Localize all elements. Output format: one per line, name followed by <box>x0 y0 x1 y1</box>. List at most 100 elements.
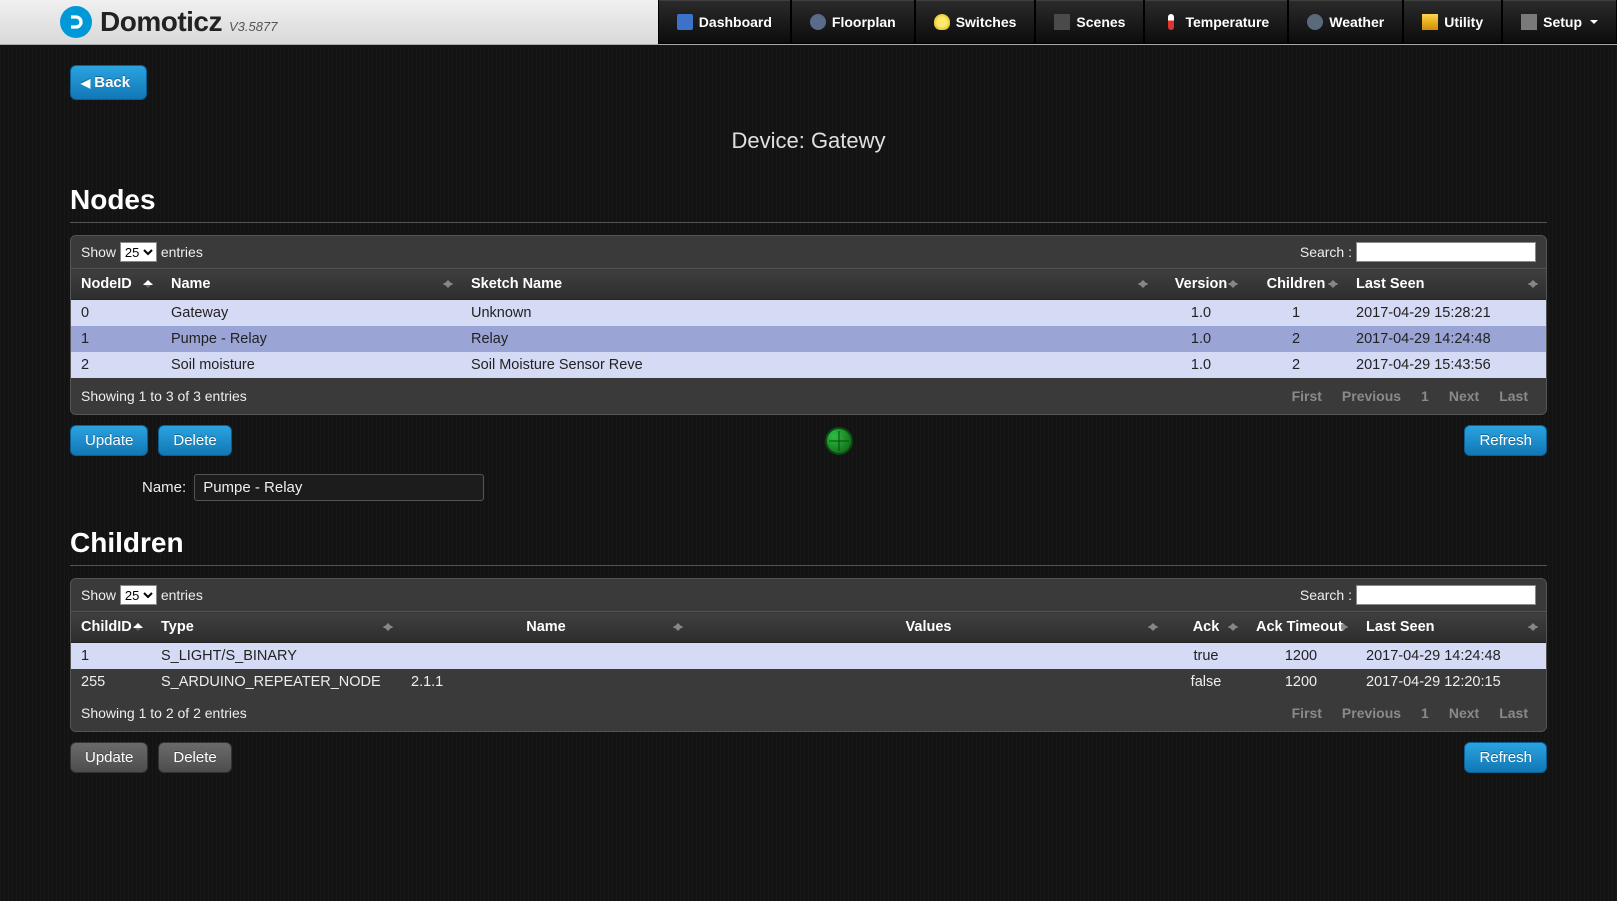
back-label: Back <box>94 74 130 91</box>
pager-next[interactable]: Next <box>1441 384 1487 408</box>
col-childid[interactable]: ChildID <box>71 612 151 643</box>
show-label: Show <box>81 587 116 603</box>
nav-label: Temperature <box>1185 14 1269 30</box>
nav-label: Switches <box>956 14 1017 30</box>
pager-prev[interactable]: Previous <box>1334 701 1409 725</box>
children-refresh-button[interactable]: Refresh <box>1464 742 1547 773</box>
sort-icon <box>1228 277 1238 291</box>
table-row[interactable]: 2 Soil moisture Soil Moisture Sensor Rev… <box>71 352 1546 378</box>
bulb-icon <box>934 14 950 30</box>
nav-dashboard[interactable]: Dashboard <box>658 0 791 44</box>
col-lastseen[interactable]: Last Seen <box>1346 269 1546 300</box>
pager-first[interactable]: First <box>1284 701 1330 725</box>
page-content: ◀ Back Device: Gatewy Nodes Show 25 entr… <box>0 45 1617 813</box>
nodes-table: NodeID Name Sketch Name Version Children… <box>71 268 1546 378</box>
thermometer-icon <box>1168 14 1174 30</box>
table-row[interactable]: 255 S_ARDUINO_REPEATER_NODE 2.1.1 false … <box>71 669 1546 695</box>
sort-icon <box>1528 620 1538 634</box>
nav-switches[interactable]: Switches <box>915 0 1036 44</box>
children-actions: Update Delete Refresh <box>70 742 1547 773</box>
pager-next[interactable]: Next <box>1441 701 1487 725</box>
nodes-search-input[interactable] <box>1356 242 1536 262</box>
col-sketch[interactable]: Sketch Name <box>461 269 1156 300</box>
pager-first[interactable]: First <box>1284 384 1330 408</box>
setup-icon <box>1521 14 1537 30</box>
search-label: Search : <box>1300 244 1352 260</box>
pager-page[interactable]: 1 <box>1413 384 1437 408</box>
sort-icon <box>1138 277 1148 291</box>
nodes-refresh-button[interactable]: Refresh <box>1464 425 1547 456</box>
nav-label: Utility <box>1444 14 1483 30</box>
col-nodeid[interactable]: NodeID <box>71 269 161 300</box>
table-row[interactable]: 1 S_LIGHT/S_BINARY true 1200 2017-04-29 … <box>71 643 1546 670</box>
nav-setup[interactable]: Setup <box>1502 0 1617 44</box>
nav-label: Weather <box>1329 14 1384 30</box>
col-version[interactable]: Version <box>1156 269 1246 300</box>
divider <box>70 565 1547 566</box>
entries-label: entries <box>161 244 203 260</box>
weather-icon <box>1307 14 1323 30</box>
search-label: Search : <box>1300 587 1352 603</box>
sort-icon <box>673 620 683 634</box>
nodes-actions: Update Delete Refresh <box>70 425 1547 456</box>
nav-weather[interactable]: Weather <box>1288 0 1403 44</box>
nav-floorplan[interactable]: Floorplan <box>791 0 915 44</box>
page-title: Device: Gatewy <box>70 128 1547 154</box>
sort-icon <box>1148 620 1158 634</box>
col-name[interactable]: Name <box>401 612 691 643</box>
name-label: Name: <box>142 479 186 496</box>
dashboard-icon <box>677 14 693 30</box>
col-values[interactable]: Values <box>691 612 1166 643</box>
pager-prev[interactable]: Previous <box>1334 384 1409 408</box>
table-info: Showing 1 to 3 of 3 entries <box>81 388 247 404</box>
nav-label: Scenes <box>1076 14 1125 30</box>
sort-icon <box>1338 620 1348 634</box>
children-toolbar-bottom: Showing 1 to 2 of 2 entries First Previo… <box>71 695 1546 731</box>
brand-name: Domoticz <box>100 6 222 38</box>
status-orb-icon <box>825 427 853 455</box>
pager-last[interactable]: Last <box>1491 701 1536 725</box>
divider <box>70 222 1547 223</box>
col-acktimeout[interactable]: Ack Timeout <box>1246 612 1356 643</box>
nav-temperature[interactable]: Temperature <box>1144 0 1288 44</box>
brand-version: V3.5877 <box>229 19 277 34</box>
topbar: Domoticz V3.5877 Dashboard Floorplan Swi… <box>0 0 1617 45</box>
children-delete-button[interactable]: Delete <box>158 742 231 773</box>
col-lastseen[interactable]: Last Seen <box>1356 612 1546 643</box>
children-search-input[interactable] <box>1356 585 1536 605</box>
floorplan-icon <box>810 14 826 30</box>
logo[interactable]: Domoticz V3.5877 <box>60 6 277 38</box>
nav-label: Floorplan <box>832 14 896 30</box>
children-update-button[interactable]: Update <box>70 742 148 773</box>
nav-label: Dashboard <box>699 14 772 30</box>
col-children[interactable]: Children <box>1246 269 1346 300</box>
table-info: Showing 1 to 2 of 2 entries <box>81 705 247 721</box>
node-name-input[interactable] <box>194 474 484 501</box>
table-row[interactable]: 1 Pumpe - Relay Relay 1.0 2 2017-04-29 1… <box>71 326 1546 352</box>
sort-icon <box>143 277 153 291</box>
children-table: ChildID Type Name Values Ack Ack Timeout… <box>71 611 1546 695</box>
children-table-block: Show 25 entries Search : ChildID Type Na… <box>70 578 1547 732</box>
triangle-left-icon: ◀ <box>81 76 90 90</box>
nodes-update-button[interactable]: Update <box>70 425 148 456</box>
logo-icon <box>60 6 92 38</box>
pager-page[interactable]: 1 <box>1413 701 1437 725</box>
back-button[interactable]: ◀ Back <box>70 65 147 100</box>
table-row[interactable]: 0 Gateway Unknown 1.0 1 2017-04-29 15:28… <box>71 300 1546 327</box>
sort-icon <box>1528 277 1538 291</box>
col-name[interactable]: Name <box>161 269 461 300</box>
nodes-entries-select[interactable]: 25 <box>120 242 157 262</box>
children-toolbar-top: Show 25 entries Search : <box>71 579 1546 611</box>
nodes-delete-button[interactable]: Delete <box>158 425 231 456</box>
nav-utility[interactable]: Utility <box>1403 0 1502 44</box>
pager-last[interactable]: Last <box>1491 384 1536 408</box>
chevron-down-icon <box>1590 20 1598 28</box>
col-type[interactable]: Type <box>151 612 401 643</box>
children-entries-select[interactable]: 25 <box>120 585 157 605</box>
scenes-icon <box>1054 14 1070 30</box>
main-nav: Dashboard Floorplan Switches Scenes Temp… <box>658 0 1617 44</box>
col-ack[interactable]: Ack <box>1166 612 1246 643</box>
sort-icon <box>1228 620 1238 634</box>
nodes-table-block: Show 25 entries Search : NodeID Name Ske… <box>70 235 1547 415</box>
nav-scenes[interactable]: Scenes <box>1035 0 1144 44</box>
